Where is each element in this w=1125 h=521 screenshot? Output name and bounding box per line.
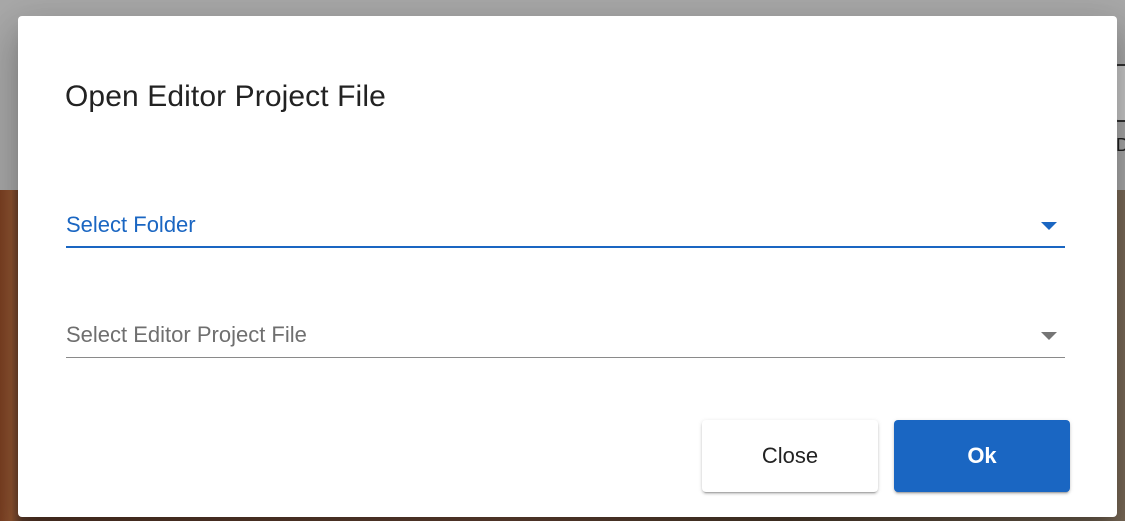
open-project-dialog: Open Editor Project File Select Folder S… [18,16,1117,517]
ok-button[interactable]: Ok [894,420,1070,492]
select-folder-underline [66,246,1065,248]
select-project-file-dropdown[interactable]: Select Editor Project File [66,314,1065,358]
select-folder-value: Select Folder [66,212,196,237]
select-project-file-underline [66,357,1065,358]
close-button[interactable]: Close [702,420,878,492]
select-project-file-value: Select Editor Project File [66,322,307,347]
background-partial-text: D [1116,135,1125,155]
dialog-title: Open Editor Project File [65,80,386,113]
dropdown-arrow-icon [1041,332,1057,340]
select-folder-dropdown[interactable]: Select Folder [66,204,1065,248]
dropdown-arrow-icon [1041,222,1057,230]
